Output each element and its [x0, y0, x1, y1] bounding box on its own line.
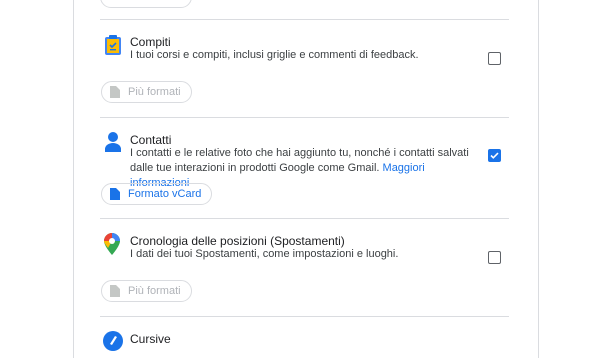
- section-description-compiti: I tuoi corsi e compiti, inclusi griglie …: [130, 49, 419, 61]
- map-pin-icon: [104, 233, 120, 260]
- section-description-cronologia: I dati dei tuoi Spostamenti, come impost…: [130, 248, 399, 260]
- checkbox-cronologia[interactable]: [488, 251, 501, 264]
- document-icon: [110, 86, 120, 98]
- person-icon: [104, 131, 122, 158]
- format-chip-label: Formato vCard: [128, 188, 202, 200]
- section-title-cronologia: Cronologia delle posizioni (Spostamenti): [130, 234, 345, 248]
- checkmark-icon: [490, 152, 499, 159]
- divider: [100, 218, 509, 219]
- checkbox-compiti[interactable]: [488, 52, 501, 65]
- divider: [100, 19, 509, 20]
- section-title-compiti: Compiti: [130, 35, 171, 49]
- section-title-contatti: Contatti: [130, 133, 172, 147]
- format-chip-compiti[interactable]: Più formati: [101, 81, 192, 103]
- document-icon: [110, 285, 120, 297]
- format-chip-label: Più formati: [128, 285, 181, 297]
- format-chip-label: Più formati: [128, 86, 181, 98]
- section-title-cursive: Cursive: [130, 332, 171, 346]
- divider: [100, 316, 509, 317]
- format-chip-contatti[interactable]: Formato vCard: [101, 183, 213, 205]
- divider: [100, 117, 509, 118]
- document-icon: [110, 188, 120, 200]
- previous-format-chip[interactable]: [100, 0, 192, 8]
- clipboard-check-icon: [104, 34, 122, 61]
- cursive-pen-icon: [103, 331, 123, 356]
- checkbox-contatti[interactable]: [488, 149, 501, 162]
- format-chip-cronologia[interactable]: Più formati: [101, 280, 192, 302]
